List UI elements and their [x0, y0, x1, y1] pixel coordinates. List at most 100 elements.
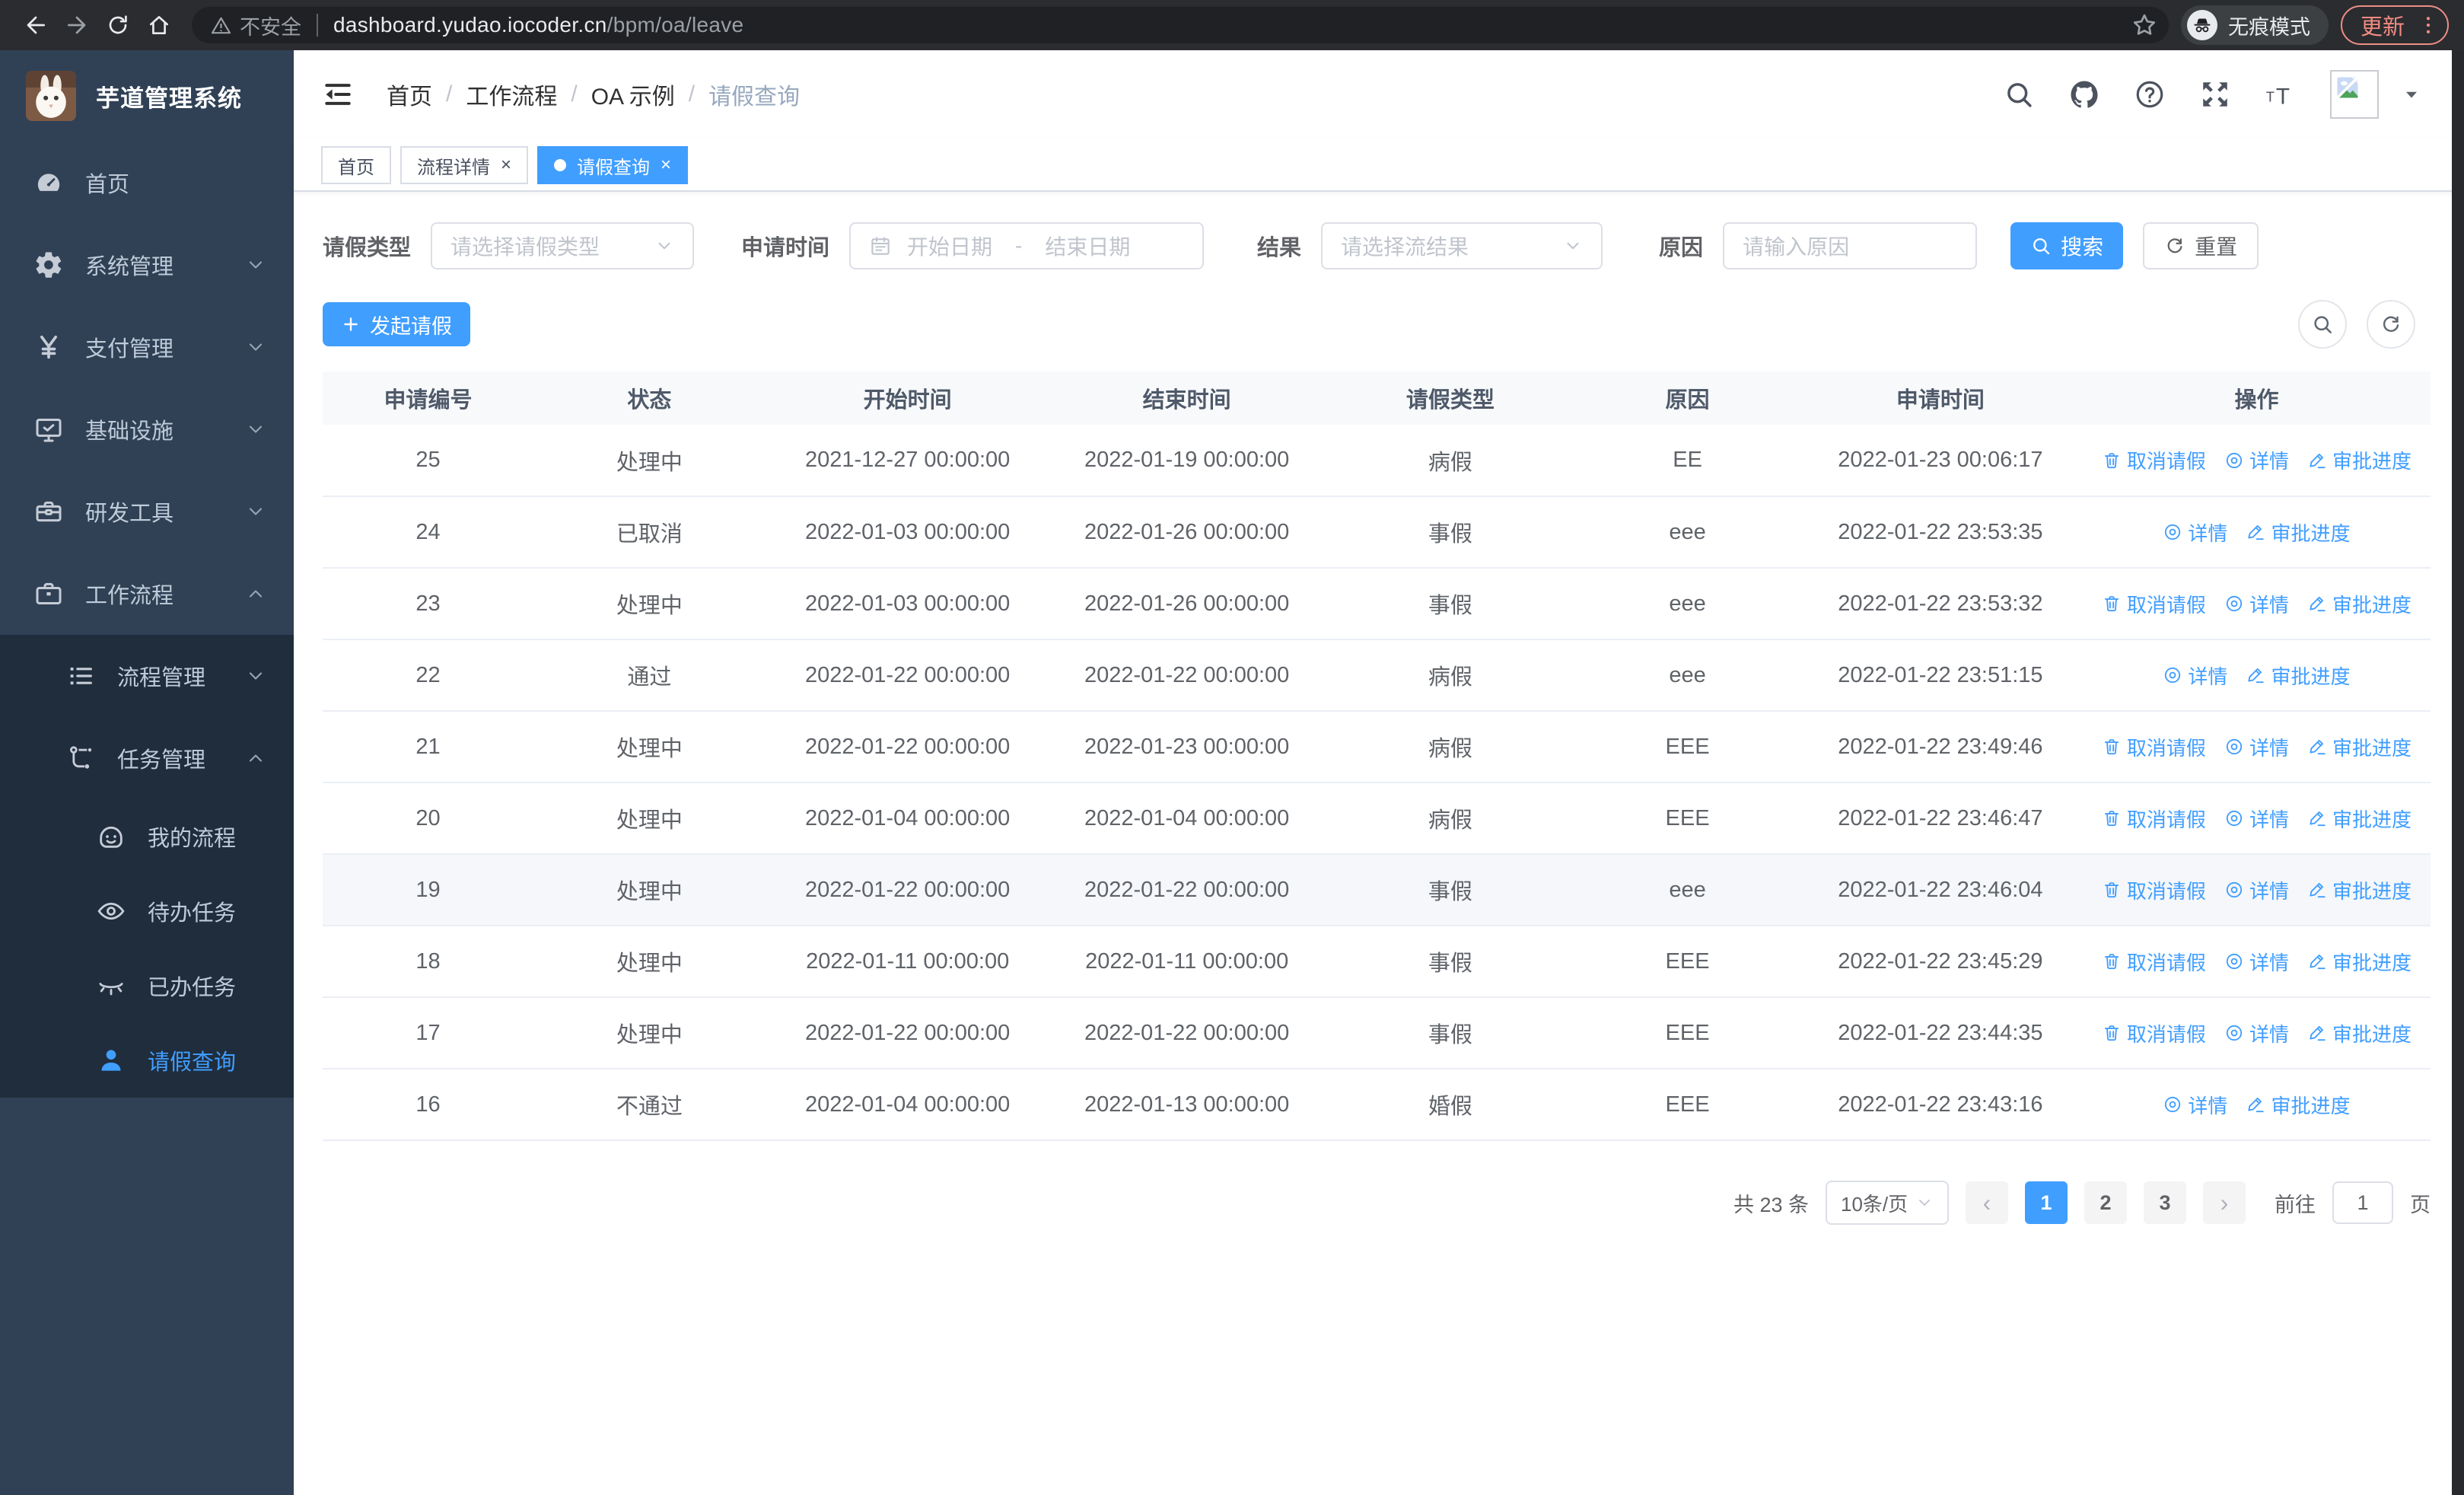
page-button-2[interactable]: 2 [2084, 1181, 2127, 1224]
action-trash[interactable]: 取消请假 [2102, 590, 2206, 618]
user-menu-caret-icon[interactable] [2402, 84, 2421, 104]
action-trash[interactable]: 取消请假 [2102, 733, 2206, 761]
browser-menu-icon[interactable] [2417, 14, 2440, 37]
avatar[interactable] [2330, 70, 2379, 119]
sidebar-item-label: 系统管理 [85, 255, 174, 279]
apply-time-range-picker[interactable]: 开始日期 - 结束日期 [849, 222, 1205, 269]
sidebar-item-done-tasks[interactable]: 已办任务 [0, 948, 294, 1023]
page-scrollbar[interactable] [2452, 50, 2464, 1495]
action-view[interactable]: 详情 [2224, 446, 2289, 474]
result-select[interactable]: 请选择流结果 [1321, 222, 1603, 269]
action-progress[interactable]: 审批进度 [2307, 805, 2411, 833]
table-row[interactable]: 20 处理中 2022-01-04 00:00:00 2022-01-04 00:00… [323, 783, 2431, 855]
goto-page-input[interactable]: 1 [2332, 1181, 2393, 1224]
cell-type: 事假 [1323, 997, 1577, 1069]
tab-close-icon[interactable]: × [501, 156, 511, 174]
browser-forward-button[interactable] [56, 5, 97, 46]
breadcrumb-item[interactable]: OA 示例 [591, 78, 675, 111]
sidebar-item-payment[interactable]: 支付管理 [0, 306, 294, 388]
action-view[interactable]: 详情 [2163, 518, 2227, 547]
cell-end: 2022-01-26 00:00:00 [1049, 568, 1324, 640]
action-view[interactable]: 详情 [2163, 661, 2227, 690]
action-trash[interactable]: 取消请假 [2102, 446, 2206, 474]
sidebar-collapse-icon[interactable] [321, 78, 355, 111]
action-progress[interactable]: 审批进度 [2246, 1091, 2350, 1119]
site-security-chip[interactable]: 不安全 [210, 11, 301, 40]
table-row[interactable]: 24 已取消 2022-01-03 00:00:00 2022-01-26 00:00… [323, 496, 2431, 569]
action-progress[interactable]: 审批进度 [2307, 948, 2411, 976]
tab-close-icon[interactable]: × [661, 156, 671, 174]
action-view[interactable]: 详情 [2224, 805, 2289, 833]
create-leave-button[interactable]: 发起请假 [323, 302, 470, 346]
table-row[interactable]: 25 处理中 2021-12-27 00:00:00 2022-01-19 00:00… [323, 425, 2431, 497]
browser-home-button[interactable] [138, 5, 180, 46]
global-search-icon[interactable] [2003, 78, 2035, 110]
address-bar[interactable]: 不安全 dashboard.yudao.iocoder.cn/bpm/oa/le… [192, 7, 2169, 43]
leave-type-select[interactable]: 请选择请假类型 [431, 222, 695, 269]
browser-toolbar: 不安全 dashboard.yudao.iocoder.cn/bpm/oa/le… [0, 0, 2464, 50]
sidebar-item-process-mgmt[interactable]: 流程管理 [0, 635, 294, 717]
action-trash[interactable]: 取消请假 [2102, 948, 2206, 976]
sidebar-item-todo-tasks[interactable]: 待办任务 [0, 874, 294, 948]
github-icon[interactable] [2068, 78, 2100, 110]
browser-back-button[interactable] [15, 5, 56, 46]
sidebar-item-devtools[interactable]: 研发工具 [0, 470, 294, 553]
action-view[interactable]: 详情 [2224, 1019, 2289, 1047]
refresh-table-button[interactable] [2367, 300, 2415, 349]
next-page-button[interactable]: › [2203, 1181, 2246, 1224]
breadcrumb-item[interactable]: 首页 [387, 78, 432, 111]
action-trash[interactable]: 取消请假 [2102, 876, 2206, 904]
font-size-icon[interactable]: TT [2265, 78, 2297, 110]
search-button[interactable]: 搜索 [2010, 222, 2124, 269]
action-progress[interactable]: 审批进度 [2307, 1019, 2411, 1047]
page-size-select[interactable]: 10条/页 [1826, 1181, 1949, 1225]
sidebar-item-leave-query[interactable]: 请假查询 [0, 1023, 294, 1098]
action-progress[interactable]: 审批进度 [2307, 733, 2411, 761]
action-label: 取消请假 [2126, 736, 2206, 760]
action-progress[interactable]: 审批进度 [2307, 876, 2411, 904]
action-view[interactable]: 详情 [2163, 1091, 2227, 1119]
action-label: 取消请假 [2126, 1022, 2206, 1046]
sidebar-item-home[interactable]: 首页 [0, 142, 294, 224]
table-row[interactable]: 16 不通过 2022-01-04 00:00:00 2022-01-13 00:00… [323, 1069, 2431, 1141]
sidebar-item-system[interactable]: 系统管理 [0, 224, 294, 306]
action-progress[interactable]: 审批进度 [2307, 446, 2411, 474]
action-progress[interactable]: 审批进度 [2307, 590, 2411, 618]
action-view[interactable]: 详情 [2224, 590, 2289, 618]
sidebar-item-infra[interactable]: 基础设施 [0, 388, 294, 470]
tab-首页[interactable]: 首页 [321, 146, 391, 184]
tab-流程详情[interactable]: 流程详情 × [400, 146, 529, 184]
fullscreen-icon[interactable] [2199, 78, 2231, 110]
action-progress[interactable]: 审批进度 [2246, 518, 2350, 547]
prev-page-button[interactable]: ‹ [1966, 1181, 2008, 1224]
action-view[interactable]: 详情 [2224, 733, 2289, 761]
bookmark-star-icon[interactable] [2131, 11, 2158, 39]
page-button-3[interactable]: 3 [2144, 1181, 2186, 1224]
help-icon[interactable] [2134, 78, 2166, 110]
action-view[interactable]: 详情 [2224, 948, 2289, 976]
sidebar-item-task-mgmt[interactable]: 任务管理 [0, 717, 294, 799]
browser-update-button[interactable]: 更新 [2340, 5, 2449, 45]
sidebar-item-my-process[interactable]: 我的流程 [0, 799, 294, 874]
browser-reload-button[interactable] [97, 5, 138, 46]
sidebar-item-label: 已办任务 [148, 976, 237, 1000]
sidebar-logo-row[interactable]: 芋道管理系统 [0, 50, 294, 142]
toggle-search-button[interactable] [2298, 300, 2347, 349]
table-row[interactable]: 21 处理中 2022-01-22 00:00:00 2022-01-23 00:00… [323, 711, 2431, 783]
action-view[interactable]: 详情 [2224, 876, 2289, 904]
table-row[interactable]: 23 处理中 2022-01-03 00:00:00 2022-01-26 00:00… [323, 568, 2431, 640]
table-row[interactable]: 18 处理中 2022-01-11 00:00:00 2022-01-11 00:00… [323, 926, 2431, 998]
action-progress[interactable]: 审批进度 [2246, 661, 2350, 690]
breadcrumb-item[interactable]: 工作流程 [466, 78, 557, 111]
page-button-1[interactable]: 1 [2025, 1181, 2068, 1224]
tab-请假查询[interactable]: 请假查询 × [537, 146, 689, 184]
reset-button[interactable]: 重置 [2143, 222, 2259, 269]
sidebar-item-workflow[interactable]: 工作流程 [0, 553, 294, 635]
action-label: 审批进度 [2271, 665, 2351, 688]
action-trash[interactable]: 取消请假 [2102, 1019, 2206, 1047]
reason-input[interactable]: 请输入原因 [1723, 222, 1978, 269]
table-row[interactable]: 17 处理中 2022-01-22 00:00:00 2022-01-22 00:00… [323, 997, 2431, 1069]
table-row[interactable]: 19 处理中 2022-01-22 00:00:00 2022-01-22 00:00… [323, 854, 2431, 926]
table-row[interactable]: 22 通过 2022-01-22 00:00:00 2022-01-22 00:00:… [323, 639, 2431, 712]
action-trash[interactable]: 取消请假 [2102, 805, 2206, 833]
